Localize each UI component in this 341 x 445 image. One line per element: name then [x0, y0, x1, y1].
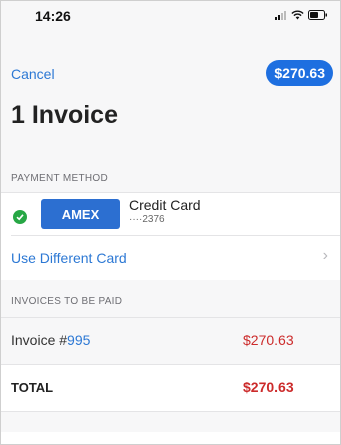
- total-amount: $270.63: [243, 379, 294, 395]
- invoice-prefix: Invoice #: [11, 332, 68, 348]
- wifi-icon: [291, 10, 304, 20]
- pay-amount-button[interactable]: $270.63: [266, 60, 333, 86]
- status-bar: 14:26: [1, 1, 340, 31]
- status-time: 14:26: [35, 8, 71, 24]
- bottom-fill: [1, 412, 340, 432]
- use-different-card-button[interactable]: Use Different Card: [11, 250, 127, 266]
- header-area: 14:26 Cancel $270.63 1 Invoice: [1, 1, 340, 163]
- page-title: 1 Invoice: [11, 101, 118, 129]
- invoices-header: INVOICES TO BE PAID: [1, 280, 340, 318]
- payment-card-section: AMEX Credit Card ····2376 Use Different …: [1, 193, 340, 280]
- signal-icon: [275, 11, 286, 20]
- invoices-header-label: INVOICES TO BE PAID: [11, 296, 123, 307]
- amex-card-badge[interactable]: AMEX: [41, 199, 120, 229]
- invoice-amount: $270.63: [243, 332, 294, 348]
- total-label: TOTAL: [11, 380, 54, 395]
- app-frame: 14:26 Cancel $270.63 1 Invoice PAYMENT M…: [0, 0, 341, 445]
- divider: [11, 235, 340, 236]
- total-row: TOTAL $270.63: [1, 365, 340, 412]
- checkmark-icon: [13, 210, 27, 224]
- card-type-label: Credit Card: [129, 197, 201, 213]
- nav-bar: Cancel $270.63: [1, 59, 340, 89]
- card-number-label: ····2376: [129, 214, 165, 225]
- chevron-right-icon[interactable]: ›: [323, 247, 328, 265]
- payment-method-header: PAYMENT METHOD: [1, 163, 340, 193]
- invoice-row: Invoice #995 $270.63: [1, 318, 340, 365]
- invoice-number-link[interactable]: 995: [67, 332, 90, 348]
- payment-method-header-label: PAYMENT METHOD: [11, 173, 108, 184]
- battery-icon: [308, 10, 327, 20]
- invoice-label: Invoice #995: [11, 332, 90, 348]
- status-icons: [275, 10, 328, 20]
- cancel-button[interactable]: Cancel: [11, 66, 55, 82]
